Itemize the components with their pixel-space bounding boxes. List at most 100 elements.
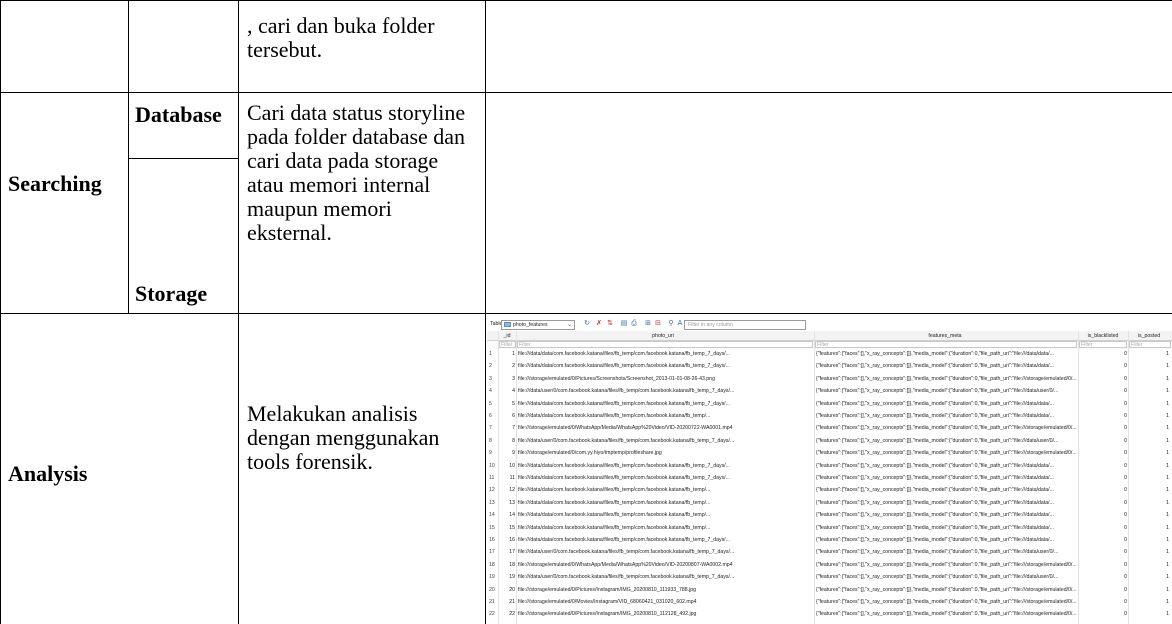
cell-photo-uri[interactable]: file:///storage/emulated/0/Movies/Instag… [518, 599, 808, 605]
clear-filter-icon[interactable]: ✗ [595, 320, 603, 328]
cell-photo-uri[interactable]: file:///storage/emulated/0/Pictures/Inst… [518, 587, 808, 593]
clear-sort-icon[interactable]: ⇅ [606, 320, 614, 328]
font-icon[interactable]: A [676, 320, 684, 328]
cell-is-posted[interactable]: 1 [1129, 413, 1169, 419]
cell-photo-uri[interactable]: file:///data/data/com.facebook.katana/fi… [518, 401, 808, 407]
cell-is-posted[interactable]: 1 [1129, 574, 1169, 580]
table-row[interactable]: 12 12 file:///data/data/com.facebook.katan… [487, 486, 1172, 495]
cell-is-blacklisted[interactable]: 0 [1077, 525, 1127, 531]
table-row[interactable]: 14 14 file:///data/data/com.facebook.katan… [487, 511, 1172, 520]
cell-is-posted[interactable]: 1 [1129, 388, 1169, 394]
print-icon[interactable]: ⎙ [630, 320, 638, 328]
cell-is-posted[interactable]: 1 [1129, 438, 1169, 444]
cell-is-posted[interactable]: 1 [1129, 549, 1169, 555]
table-select[interactable]: photo_features ⌄ [501, 320, 575, 330]
col-header-features-meta[interactable]: features_meta [816, 333, 1074, 339]
cell-is-blacklisted[interactable]: 0 [1077, 574, 1127, 580]
col-header-is-posted[interactable]: is_posted [1129, 333, 1169, 339]
cell-is-blacklisted[interactable]: 0 [1077, 463, 1127, 469]
table-row[interactable]: 1 1 file:///data/data/com.facebook.katana/… [487, 350, 1172, 359]
cell-is-blacklisted[interactable]: 0 [1077, 599, 1127, 605]
table-row[interactable]: 2 2 file:///data/data/com.facebook.katana/… [487, 362, 1172, 371]
filter-input-features-meta[interactable]: Filter [815, 341, 1077, 348]
refresh-icon[interactable]: ↻ [583, 320, 591, 328]
cell-photo-uri[interactable]: file:///data/data/com.facebook.katana/fi… [518, 363, 808, 369]
table-row[interactable]: 11 11 file:///data/data/com.facebook.katan… [487, 474, 1172, 483]
cell-is-posted[interactable]: 1 [1129, 376, 1169, 382]
filter-input-is-posted[interactable]: Filter [1129, 341, 1171, 348]
cell-id[interactable]: 3 [499, 376, 515, 382]
cell-is-posted[interactable]: 1 [1129, 562, 1169, 568]
cell-is-blacklisted[interactable]: 0 [1077, 413, 1127, 419]
cell-id[interactable]: 5 [499, 401, 515, 407]
cell-photo-uri[interactable]: file:///data/user/0/com.facebook.katana/… [518, 388, 808, 394]
table-row[interactable]: 13 13 file:///data/data/com.facebook.katan… [487, 499, 1172, 508]
cell-is-blacklisted[interactable]: 0 [1077, 587, 1127, 593]
cell-is-posted[interactable]: 1 [1129, 512, 1169, 518]
cell-is-blacklisted[interactable]: 0 [1077, 450, 1127, 456]
cell-is-blacklisted[interactable]: 0 [1077, 537, 1127, 543]
cell-id[interactable]: 16 [499, 537, 515, 543]
cell-is-blacklisted[interactable]: 0 [1077, 363, 1127, 369]
cell-photo-uri[interactable]: file:///data/data/com.facebook.katana/fi… [518, 512, 808, 518]
cell-is-blacklisted[interactable]: 0 [1077, 401, 1127, 407]
global-filter-input[interactable]: Filter in any column [684, 320, 806, 330]
cell-is-blacklisted[interactable]: 0 [1077, 425, 1127, 431]
filter-input-photo-uri[interactable]: Filter [517, 341, 813, 348]
cell-is-posted[interactable]: 1 [1129, 351, 1169, 357]
cell-is-blacklisted[interactable]: 0 [1077, 549, 1127, 555]
col-header-id[interactable]: _id [499, 333, 515, 339]
cell-photo-uri[interactable]: file:///storage/emulated/0/Pictures/Inst… [518, 611, 808, 617]
cell-photo-uri[interactable]: file:///data/data/com.facebook.katana/fi… [518, 351, 808, 357]
table-row[interactable]: 15 15 file:///data/data/com.facebook.katan… [487, 524, 1172, 533]
cell-id[interactable]: 22 [499, 611, 515, 617]
table-row[interactable]: 4 4 file:///data/user/0/com.facebook.katan… [487, 387, 1172, 396]
cell-is-blacklisted[interactable]: 0 [1077, 475, 1127, 481]
insert-record-icon[interactable]: ⊞ [644, 320, 652, 328]
cell-photo-uri[interactable]: file:///data/data/com.facebook.katana/fi… [518, 537, 808, 543]
cell-is-posted[interactable]: 1 [1129, 425, 1169, 431]
col-header-photo-uri[interactable]: photo_uri [518, 333, 808, 339]
cell-id[interactable]: 4 [499, 388, 515, 394]
cell-photo-uri[interactable]: file:///data/user/0/com.facebook.katana/… [518, 438, 808, 444]
delete-record-icon[interactable]: ⊟ [654, 320, 662, 328]
cell-is-blacklisted[interactable]: 0 [1077, 388, 1127, 394]
cell-is-posted[interactable]: 1 [1129, 587, 1169, 593]
cell-is-posted[interactable]: 1 [1129, 463, 1169, 469]
cell-is-blacklisted[interactable]: 0 [1077, 376, 1127, 382]
table-row[interactable]: 8 8 file:///data/user/0/com.facebook.katan… [487, 437, 1172, 446]
table-row[interactable]: 17 17 file:///data/user/0/com.facebook.kat… [487, 548, 1172, 557]
cell-id[interactable]: 19 [499, 574, 515, 580]
cell-id[interactable]: 21 [499, 599, 515, 605]
table-row[interactable]: 16 16 file:///data/data/com.facebook.katan… [487, 536, 1172, 545]
cell-is-posted[interactable]: 1 [1129, 450, 1169, 456]
cell-id[interactable]: 17 [499, 549, 515, 555]
cell-id[interactable]: 18 [499, 562, 515, 568]
cell-id[interactable]: 12 [499, 487, 515, 493]
cell-photo-uri[interactable]: file:///storage/emulated/0/WhatsApp/Medi… [518, 425, 808, 431]
table-row[interactable]: 20 20 file:///storage/emulated/0/Pictures/… [487, 586, 1172, 595]
cell-photo-uri[interactable]: file:///data/data/com.facebook.katana/fi… [518, 463, 808, 469]
save-table-icon[interactable]: ▤ [620, 320, 628, 328]
table-row[interactable]: 6 6 file:///data/data/com.facebook.katana/… [487, 412, 1172, 421]
cell-id[interactable]: 1 [499, 351, 515, 357]
cell-is-blacklisted[interactable]: 0 [1077, 562, 1127, 568]
cell-is-posted[interactable]: 1 [1129, 500, 1169, 506]
cell-id[interactable]: 6 [499, 413, 515, 419]
cell-is-blacklisted[interactable]: 0 [1077, 351, 1127, 357]
cell-is-blacklisted[interactable]: 0 [1077, 512, 1127, 518]
cell-is-posted[interactable]: 1 [1129, 525, 1169, 531]
cell-is-posted[interactable]: 1 [1129, 537, 1169, 543]
cell-photo-uri[interactable]: file:///storage/emulated/0/Pictures/Scre… [518, 376, 808, 382]
cell-id[interactable]: 7 [499, 425, 515, 431]
cell-is-posted[interactable]: 1 [1129, 475, 1169, 481]
cell-is-posted[interactable]: 1 [1129, 487, 1169, 493]
cell-photo-uri[interactable]: file:///storage/emulated/0/WhatsApp/Medi… [518, 562, 808, 568]
cell-photo-uri[interactable]: file:///data/data/com.facebook.katana/fi… [518, 500, 808, 506]
table-row[interactable]: 10 10 file:///data/data/com.facebook.katan… [487, 462, 1172, 471]
cell-id[interactable]: 13 [499, 500, 515, 506]
cell-photo-uri[interactable]: file:///data/data/com.facebook.katana/fi… [518, 413, 808, 419]
table-row[interactable]: 19 19 file:///data/user/0/com.facebook.kat… [487, 573, 1172, 582]
table-row[interactable]: 18 18 file:///storage/emulated/0/WhatsApp/… [487, 561, 1172, 570]
table-row[interactable]: 3 3 file:///storage/emulated/0/Pictures/Sc… [487, 375, 1172, 384]
